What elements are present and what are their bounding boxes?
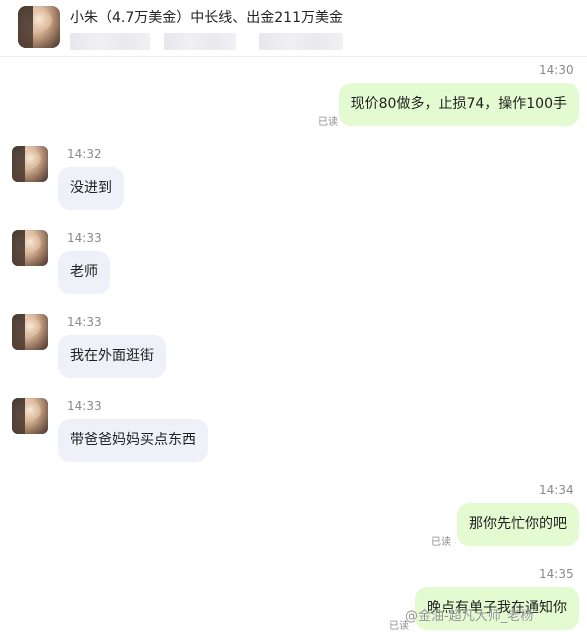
incoming-message-bubble[interactable]: 没进到 bbox=[58, 167, 124, 210]
message-time: 14:33 bbox=[67, 399, 102, 413]
incoming-message-bubble[interactable]: 老师 bbox=[58, 251, 110, 294]
weibo-watermark: @金油-超凡大师_老杨 bbox=[405, 609, 534, 624]
contact-title: 小朱（4.7万美金）中长线、出金211万美金 bbox=[70, 10, 343, 26]
blurred-info bbox=[164, 33, 236, 50]
sender-avatar[interactable] bbox=[12, 146, 48, 182]
message-time: 14:34 bbox=[539, 483, 574, 497]
outgoing-message-bubble[interactable]: 现价80做多，止损74，操作100手 bbox=[338, 83, 579, 126]
incoming-message-bubble[interactable]: 我在外面逛街 bbox=[58, 335, 166, 378]
contact-avatar[interactable] bbox=[18, 6, 60, 48]
message-time: 14:32 bbox=[67, 147, 102, 161]
message-time: 14:35 bbox=[539, 567, 574, 581]
incoming-message-bubble[interactable]: 带爸爸妈妈买点东西 bbox=[58, 419, 208, 462]
message-time: 14:33 bbox=[67, 315, 102, 329]
blurred-info bbox=[70, 33, 150, 50]
chat-window: 小朱（4.7万美金）中长线、出金211万美金 14:30 现价80做多，止损74… bbox=[0, 0, 587, 636]
read-status: 已读 bbox=[318, 117, 338, 128]
chat-header: 小朱（4.7万美金）中长线、出金211万美金 bbox=[0, 0, 587, 57]
outgoing-message-bubble[interactable]: 那你先忙你的吧 bbox=[457, 503, 579, 546]
read-status: 已读 bbox=[431, 537, 451, 548]
message-time: 14:33 bbox=[67, 231, 102, 245]
blurred-info bbox=[259, 33, 343, 50]
sender-avatar[interactable] bbox=[12, 398, 48, 434]
sender-avatar[interactable] bbox=[12, 314, 48, 350]
message-time: 14:30 bbox=[539, 63, 574, 77]
sender-avatar[interactable] bbox=[12, 230, 48, 266]
